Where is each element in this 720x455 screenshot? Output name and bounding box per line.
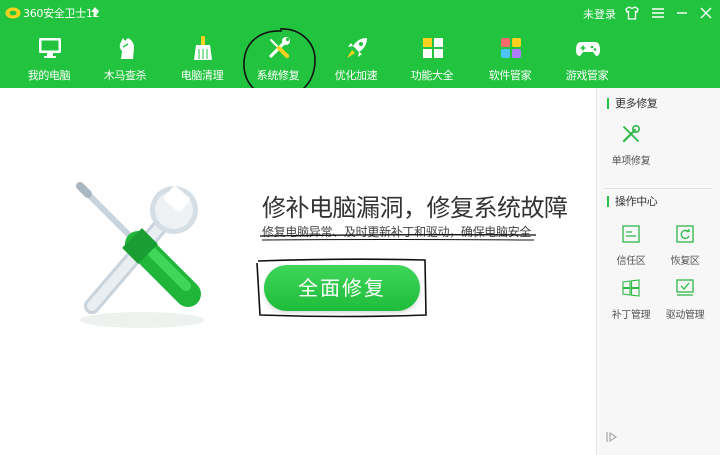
restore-zone-button[interactable]: 恢复区 (659, 224, 711, 272)
upgrade-arrow-icon[interactable] (90, 6, 100, 18)
nav-item-trojan-scan[interactable]: 木马查杀 (90, 32, 160, 88)
login-link[interactable]: 未登录 (583, 6, 616, 22)
nav-item-software-manager[interactable]: 软件管家 (475, 32, 545, 88)
nav-label: 电脑清理 (180, 69, 224, 82)
grid-icon (423, 38, 443, 58)
operation-center-heading: 操作中心 (607, 196, 658, 207)
gamepad-icon (576, 42, 600, 56)
title-bar: 360安全卫士12 未登录 (0, 0, 720, 26)
app-title: 360安全卫士12 (23, 7, 100, 20)
tool-label: 信任区 (616, 256, 646, 267)
single-repair-button[interactable]: 单项修复 (605, 124, 657, 172)
nav-item-game-manager[interactable]: 游戏管家 (552, 32, 622, 88)
app-logo-icon (5, 7, 21, 19)
main-panel: 修补电脑漏洞，修复系统故障 修复电脑异常、及时更新补丁和驱动，确保电脑安全 全面… (0, 88, 596, 455)
tool-label: 恢复区 (670, 256, 700, 267)
trust-zone-icon (622, 225, 640, 243)
driver-icon (676, 279, 694, 296)
nav-item-system-repair[interactable]: 系统修复 (243, 32, 313, 88)
menu-icon[interactable] (648, 3, 668, 23)
monitor-icon (39, 38, 61, 58)
trust-zone-button[interactable]: 信任区 (605, 224, 657, 272)
nav-label: 优化加速 (334, 69, 378, 82)
tool-label: 驱动管理 (665, 310, 705, 321)
repair-tools-illustration (76, 182, 204, 328)
horse-icon (119, 38, 134, 59)
nav-item-speedup[interactable]: 优化加速 (321, 32, 391, 88)
more-repair-heading: 更多修复 (607, 98, 658, 109)
nav-label: 木马查杀 (103, 69, 147, 82)
restore-zone-icon (676, 225, 694, 243)
side-divider (605, 188, 713, 189)
main-nav: 我的电脑 木马查杀 电脑清理 系统修复 优化加速 功能大全 软件管家 游戏管家 (0, 32, 720, 88)
windows-patch-icon (622, 279, 640, 297)
wrench-screwdriver-icon (622, 124, 641, 143)
nav-label: 功能大全 (410, 69, 454, 82)
nav-item-features[interactable]: 功能大全 (397, 32, 467, 88)
rocket-icon (347, 38, 367, 58)
nav-item-cleanup[interactable]: 电脑清理 (167, 32, 237, 88)
minimize-icon[interactable] (672, 3, 692, 23)
wrench-screwdriver-icon (269, 37, 290, 58)
tool-label: 补丁管理 (611, 310, 651, 321)
nav-item-my-computer[interactable]: 我的电脑 (14, 32, 84, 88)
driver-management-button[interactable]: 驱动管理 (659, 278, 711, 326)
collapse-panel-icon[interactable] (605, 430, 619, 444)
broom-icon (194, 36, 212, 60)
apps-icon (501, 38, 521, 58)
full-repair-button[interactable]: 全面修复 (264, 265, 420, 311)
hero-subtitle: 修复电脑异常、及时更新补丁和驱动，确保电脑安全 (262, 225, 532, 239)
nav-label: 系统修复 (256, 69, 300, 82)
skin-icon[interactable] (622, 3, 642, 23)
close-icon[interactable] (696, 3, 716, 23)
side-panel: 更多修复 单项修复 操作中心 信任区 恢复区 补丁管理 驱动管理 (596, 88, 720, 455)
hero-title: 修补电脑漏洞，修复系统故障 (262, 194, 568, 222)
patch-management-button[interactable]: 补丁管理 (605, 278, 657, 326)
nav-label: 游戏管家 (565, 69, 609, 82)
nav-label: 我的电脑 (27, 69, 71, 82)
tool-label: 单项修复 (611, 156, 651, 167)
nav-label: 软件管家 (488, 69, 532, 82)
header-bar: 360安全卫士12 未登录 我的电脑 木马查杀 电脑清理 系统修复 优化加速 功… (0, 0, 720, 99)
